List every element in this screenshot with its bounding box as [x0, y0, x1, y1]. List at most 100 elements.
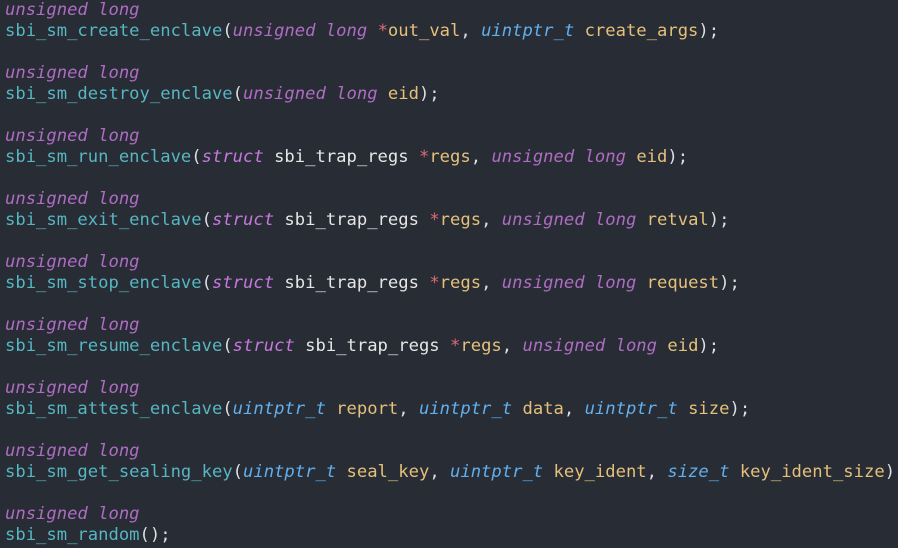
- param-separator: ,: [481, 273, 502, 293]
- param-type: unsigned long: [243, 84, 378, 104]
- function-name: sbi_sm_create_enclave: [5, 21, 223, 41]
- param-separator: ,: [398, 399, 419, 419]
- signature-line: sbi_sm_create_enclave(unsigned long *out…: [5, 21, 898, 42]
- function-declaration: unsigned long sbi_sm_destroy_enclave(unsi…: [5, 63, 898, 105]
- code-editor[interactable]: unsigned long sbi_sm_create_enclave(unsig…: [0, 0, 898, 546]
- return-type: unsigned long: [5, 189, 140, 209]
- param-name: regs: [460, 336, 502, 356]
- param-type: uintptr_t: [481, 21, 575, 41]
- param-type: unsigned long: [522, 336, 658, 356]
- pointer-star: *: [418, 147, 430, 167]
- return-type-line: unsigned long: [5, 504, 898, 525]
- param-name: regs: [429, 147, 471, 167]
- param-type: unsigned long: [501, 273, 637, 293]
- param-separator: ,: [563, 399, 585, 419]
- return-type: unsigned long: [5, 252, 140, 272]
- close-paren: );: [149, 525, 171, 545]
- return-type: unsigned long: [5, 441, 140, 461]
- close-paren: );: [719, 273, 740, 293]
- open-paren: (: [222, 21, 233, 41]
- pointer-star: *: [429, 273, 440, 293]
- param-separator: ,: [481, 210, 502, 230]
- signature-line: sbi_sm_exit_enclave(struct sbi_trap_regs…: [5, 210, 898, 231]
- param-type: struct: [232, 336, 295, 356]
- param-type: uintptr_t: [450, 462, 544, 482]
- function-name: sbi_sm_destroy_enclave: [5, 84, 233, 104]
- return-type-line: unsigned long: [5, 189, 898, 210]
- function-name: sbi_sm_exit_enclave: [5, 210, 202, 230]
- function-name: sbi_sm_attest_enclave: [5, 399, 223, 419]
- param-name: request: [646, 273, 720, 293]
- return-type-line: unsigned long: [5, 0, 898, 21]
- function-name: sbi_sm_run_enclave: [5, 147, 192, 167]
- param-type: unsigned long: [491, 147, 626, 167]
- param-name: regs: [439, 210, 482, 230]
- return-type-line: unsigned long: [5, 63, 898, 84]
- struct-name: sbi_trap_regs: [305, 336, 440, 356]
- struct-name: sbi_trap_regs: [284, 210, 419, 230]
- param-name: report: [336, 399, 399, 419]
- function-declaration: unsigned long sbi_sm_create_enclave(unsig…: [5, 0, 898, 42]
- open-paren: (: [222, 399, 233, 419]
- param-name: key_ident: [553, 462, 647, 482]
- pointer-star: *: [429, 210, 440, 230]
- param-type: struct: [201, 147, 264, 167]
- function-declaration: unsigned long sbi_sm_attest_enclave(uintp…: [5, 378, 898, 420]
- param-type: size_t: [667, 462, 730, 482]
- param-type: struct: [211, 273, 275, 293]
- close-paren: );: [698, 21, 720, 41]
- return-type-line: unsigned long: [5, 315, 898, 336]
- param-type: uintptr_t: [418, 399, 513, 419]
- pointer-star: *: [377, 21, 388, 41]
- pointer-star: *: [450, 336, 461, 356]
- param-name: eid: [667, 336, 699, 356]
- struct-name: sbi_trap_regs: [284, 273, 419, 293]
- param-name: retval: [646, 210, 709, 230]
- struct-name: sbi_trap_regs: [274, 147, 409, 167]
- function-declaration: unsigned long sbi_sm_exit_enclave(struct …: [5, 189, 898, 231]
- function-name: sbi_sm_resume_enclave: [5, 336, 223, 356]
- param-type: unsigned long: [232, 21, 368, 41]
- function-declaration: unsigned long sbi_sm_random();: [5, 504, 898, 546]
- return-type: unsigned long: [5, 0, 140, 20]
- return-type: unsigned long: [5, 126, 140, 146]
- signature-line: sbi_sm_random();: [5, 525, 898, 546]
- param-type: uintptr_t: [584, 399, 678, 419]
- return-type: unsigned long: [5, 315, 140, 335]
- param-separator: ,: [470, 147, 492, 167]
- close-paren: );: [884, 462, 898, 482]
- function-declaration: unsigned long sbi_sm_stop_enclave(struct …: [5, 252, 898, 294]
- open-paren: (: [222, 336, 233, 356]
- param-name: size: [688, 399, 730, 419]
- close-paren: );: [667, 147, 689, 167]
- function-name: sbi_sm_stop_enclave: [5, 273, 202, 293]
- param-separator: ,: [646, 462, 668, 482]
- return-type: unsigned long: [5, 504, 140, 524]
- param-separator: ,: [460, 21, 482, 41]
- function-name: sbi_sm_random: [5, 525, 140, 545]
- param-name: eid: [636, 147, 668, 167]
- param-type: uintptr_t: [232, 399, 326, 419]
- signature-line: sbi_sm_run_enclave(struct sbi_trap_regs …: [5, 147, 898, 168]
- function-declaration: unsigned long sbi_sm_resume_enclave(struc…: [5, 315, 898, 357]
- param-separator: ,: [429, 462, 451, 482]
- return-type-line: unsigned long: [5, 126, 898, 147]
